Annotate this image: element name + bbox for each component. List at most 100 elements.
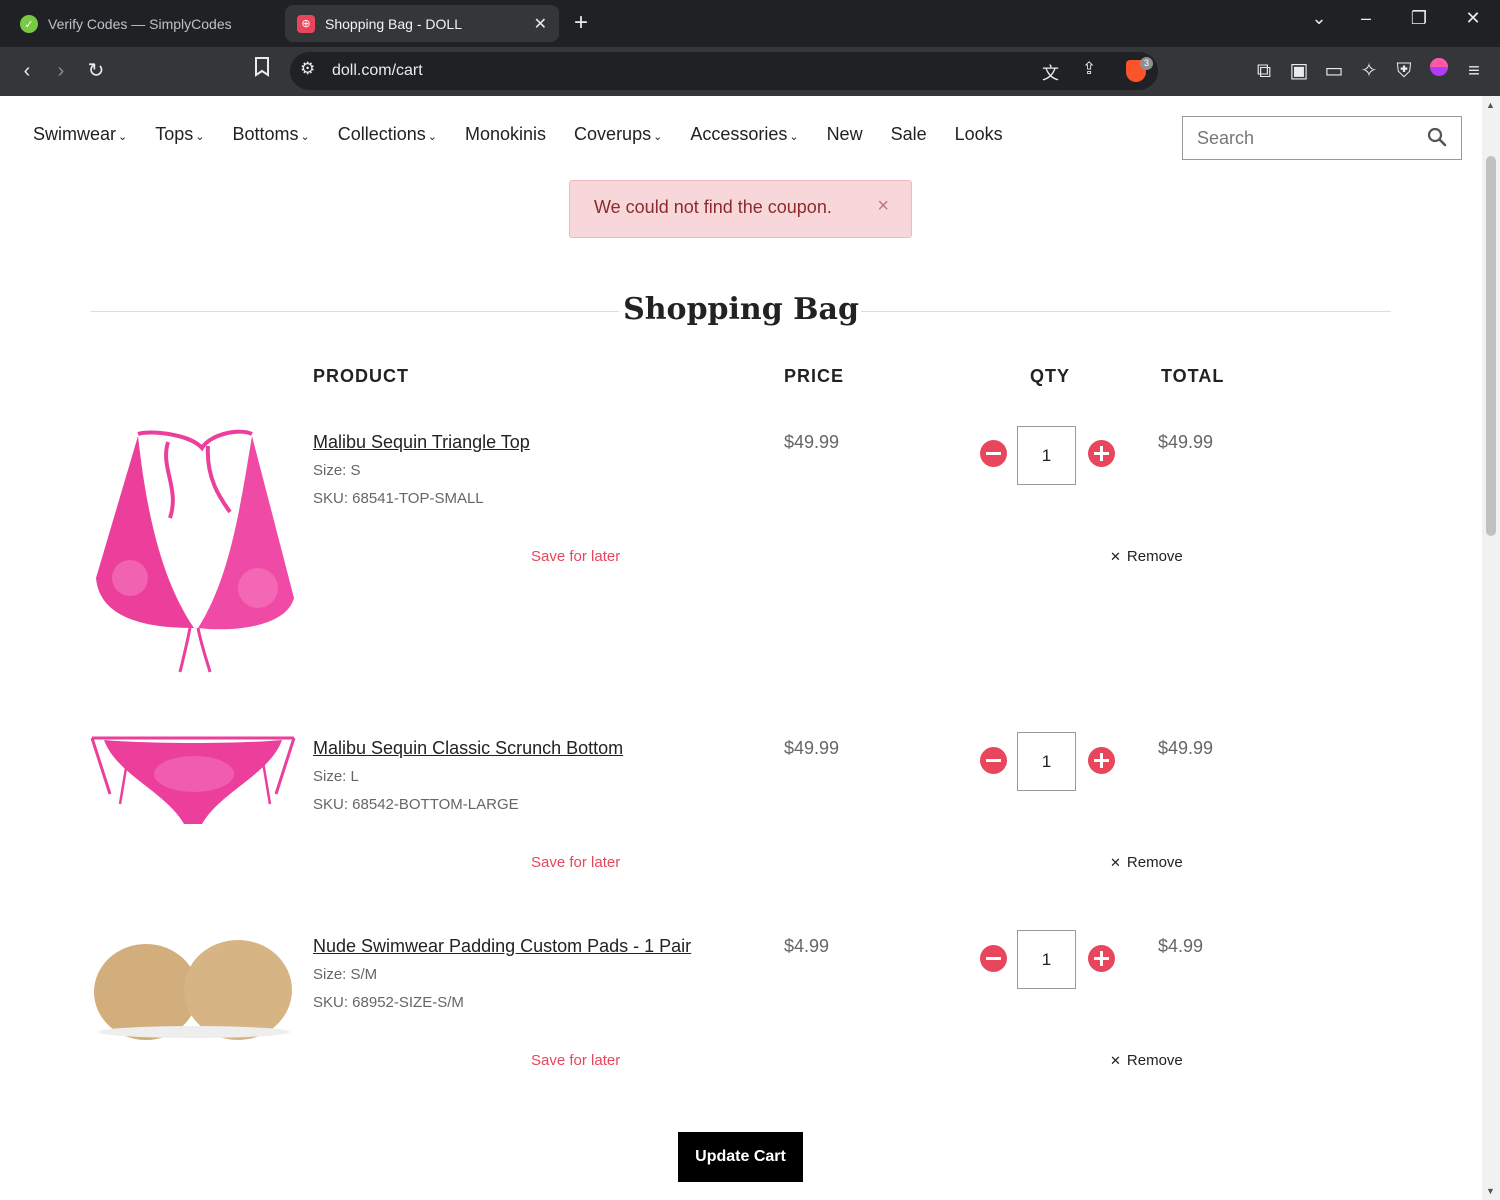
save-for-later-link[interactable]: Save for later [531,854,620,871]
nav-sale[interactable]: Sale [891,124,927,145]
vpn-icon[interactable]: ⛨ [1390,57,1418,85]
menu-icon[interactable]: ≡ [1460,57,1488,85]
tab-title: Shopping Bag - DOLL [325,15,462,32]
nav-tops[interactable]: Tops ⌄ [155,124,204,145]
address-bar[interactable]: ⚙ doll.com/cart 文 ⇪ 3 [290,52,1158,90]
qty-increase-icon[interactable] [1088,440,1115,467]
nav-accessories[interactable]: Accessories ⌄ [690,124,798,145]
product-sku: SKU: 68952-SIZE-S/M [313,994,464,1011]
simplycodes-favicon-icon: ✓ [20,15,38,33]
scroll-down-arrow-icon[interactable]: ▼ [1486,1186,1495,1196]
product-sku: SKU: 68542-BOTTOM-LARGE [313,796,519,813]
remove-button[interactable]: ✕ Remove [1110,854,1183,871]
qty-input[interactable] [1017,426,1076,485]
browser-tab-bar: ✓ Verify Codes — SimplyCodes ⊕ Shopping … [0,0,1500,47]
close-icon: ✕ [1110,549,1121,564]
save-for-later-link[interactable]: Save for later [531,1052,620,1069]
nav-label: Coverups [574,124,652,144]
share-icon[interactable]: ⇪ [1082,59,1096,79]
search-icon[interactable] [1427,127,1447,147]
header-price: PRICE [784,366,845,386]
qty-decrease-icon[interactable] [980,945,1007,972]
product-name-link[interactable]: Nude Swimwear Padding Custom Pads - 1 Pa… [313,936,691,957]
chevron-down-icon: ⌄ [118,130,128,143]
product-total: $4.99 [1158,936,1204,956]
back-icon[interactable]: ‹ [13,57,41,85]
product-size: Size: S/M [313,966,378,983]
header-product: PRODUCT [313,366,409,386]
product-size: Size: S [313,462,361,479]
nav-looks[interactable]: Looks [955,124,1003,145]
header-qty: QTY [1030,366,1071,386]
main-nav: Swimwear ⌄ Tops ⌄ Bottoms ⌄ Collections ⌄ Mo… [33,124,1031,145]
update-cart-button[interactable]: Update Cart [678,1132,803,1182]
page-title: Shopping Bag [623,292,859,327]
product-name-link[interactable]: Malibu Sequin Triangle Top [313,432,530,453]
reload-icon[interactable]: ↻ [82,57,110,85]
nav-label: Tops [155,124,194,144]
save-for-later-link[interactable]: Save for later [531,548,620,565]
nav-coverups[interactable]: Coverups ⌄ [574,124,662,145]
product-image-scrunch-bottom[interactable] [90,734,296,830]
qty-increase-icon[interactable] [1088,945,1115,972]
scrollbar-thumb[interactable] [1486,156,1496,536]
nav-monokinis[interactable]: Monokinis [465,124,546,145]
header-total: TOTAL [1161,366,1225,386]
close-icon: ✕ [1110,855,1121,870]
nav-swimwear[interactable]: Swimwear ⌄ [33,124,127,145]
qty-increase-icon[interactable] [1088,747,1115,774]
extensions-icon[interactable]: ⧉ [1250,57,1278,85]
nav-label: Accessories [690,124,788,144]
product-price: $49.99 [784,738,840,758]
nav-label: Bottoms [232,124,299,144]
search-input[interactable] [1197,127,1417,149]
tab-list-chevron-icon[interactable]: ⌄ [1304,8,1334,29]
qty-input[interactable] [1017,732,1076,791]
remove-button[interactable]: ✕ Remove [1110,548,1183,565]
page-title-wrap: Shopping Bag [91,292,1391,332]
qty-decrease-icon[interactable] [980,747,1007,774]
tab-simplycodes[interactable]: ✓ Verify Codes — SimplyCodes [8,6,280,42]
nav-label: New [826,124,863,144]
product-image-triangle-top[interactable] [90,428,296,676]
close-icon: ✕ [1110,1053,1121,1068]
product-image-padding-pads[interactable] [90,932,296,1040]
translate-icon[interactable]: 文 [1042,59,1059,84]
bookmark-icon[interactable] [248,57,276,85]
nav-label: Sale [890,124,927,144]
nav-bottoms[interactable]: Bottoms ⌄ [232,124,309,145]
restore-icon[interactable]: ❐ [1404,8,1434,29]
coupon-error-alert: We could not find the coupon. × [569,180,912,238]
remove-label: Remove [1126,1052,1183,1069]
wallet-icon[interactable]: ▭ [1320,57,1348,85]
site-settings-icon[interactable]: ⚙ [300,59,315,79]
tab-doll[interactable]: ⊕ Shopping Bag - DOLL ✕ [285,5,559,42]
nav-label: Swimwear [33,124,117,144]
chevron-down-icon: ⌄ [195,130,205,143]
scroll-up-arrow-icon[interactable]: ▲ [1486,100,1495,110]
sidebar-icon[interactable]: ▣ [1285,57,1313,85]
tab-title: Verify Codes — SimplyCodes [48,16,232,32]
alert-close-icon[interactable]: × [877,195,889,218]
chevron-down-icon: ⌄ [789,130,799,143]
nav-collections[interactable]: Collections ⌄ [338,124,437,145]
close-tab-icon[interactable]: ✕ [534,14,547,34]
nav-label: Looks [954,124,1003,144]
profile-avatar-icon[interactable] [1425,57,1453,85]
minimize-icon[interactable]: – [1351,8,1381,29]
page-scrollbar[interactable]: ▲ ▼ [1482,96,1500,1200]
remove-button[interactable]: ✕ Remove [1110,1052,1183,1069]
page-content: Swimwear ⌄ Tops ⌄ Bottoms ⌄ Collections ⌄ Mo… [0,96,1482,1200]
forward-icon[interactable]: › [47,57,75,85]
url-text[interactable]: doll.com/cart [332,62,423,80]
close-window-icon[interactable]: ✕ [1458,8,1488,29]
nav-new[interactable]: New [827,124,863,145]
chevron-down-icon: ⌄ [427,130,437,143]
doll-favicon-icon: ⊕ [297,14,315,33]
product-total: $49.99 [1158,738,1214,758]
leo-ai-icon[interactable]: ✧ [1355,57,1383,85]
new-tab-icon[interactable]: + [574,10,588,36]
qty-input[interactable] [1017,930,1076,989]
product-name-link[interactable]: Malibu Sequin Classic Scrunch Bottom [313,738,623,759]
qty-decrease-icon[interactable] [980,440,1007,467]
